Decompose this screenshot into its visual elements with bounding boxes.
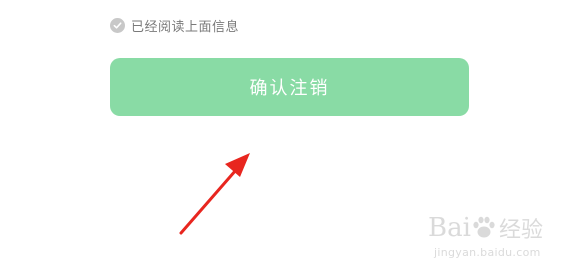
paw-icon (473, 216, 495, 238)
watermark-brand-latin: Bai (428, 213, 471, 243)
watermark-url: jingyan.baidu.com (434, 246, 541, 259)
watermark-brand-suffix: 经验 (498, 218, 543, 243)
watermark: Bai 经验 jingyan.baidu.com (428, 206, 546, 264)
watermark-brand: Bai 经验 (428, 212, 543, 244)
page: 已经阅读上面信息 确认注销 Bai 经验 jingyan.baidu.com (0, 0, 576, 269)
